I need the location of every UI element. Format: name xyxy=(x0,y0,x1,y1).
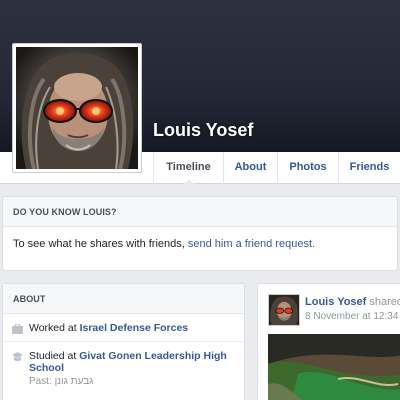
shared-photo xyxy=(268,334,400,400)
post-timestamp[interactable]: 8 November at 12:34 · xyxy=(305,311,400,322)
avatar-image xyxy=(269,295,299,325)
about-card: ABOUT Worked at Israel Defense Forces St… xyxy=(2,283,245,400)
past-label: Past: xyxy=(29,376,55,387)
post-date-text: 8 November at 12:34 · xyxy=(305,311,400,322)
tab-about[interactable]: About xyxy=(223,152,277,184)
past-value: גבעת גונן xyxy=(54,376,94,387)
profile-name[interactable]: Louis Yosef xyxy=(153,120,253,141)
do-you-know-card: DO YOU KNOW LOUIS? To see what he shares… xyxy=(2,196,398,271)
post-shared-image[interactable] xyxy=(268,334,400,400)
study-past: Past: גבעת גונן xyxy=(29,376,236,387)
work-employer-link[interactable]: Israel Defense Forces xyxy=(80,322,189,334)
post-author-avatar[interactable] xyxy=(268,294,300,326)
work-prefix: Worked at xyxy=(29,322,80,334)
post-action: shared xyxy=(366,296,400,308)
about-study-row: Studied at Givat Gonen Leadership High S… xyxy=(3,342,244,394)
briefcase-icon xyxy=(12,324,23,334)
profile-picture[interactable] xyxy=(12,43,142,173)
post-header: Louis Yosef shared xyxy=(305,296,400,308)
profile-photo-image xyxy=(16,47,138,169)
tab-timeline[interactable]: Timeline xyxy=(153,152,223,185)
about-work-row: Worked at Israel Defense Forces xyxy=(3,314,244,342)
know-card-body: To see what he shares with friends, send… xyxy=(3,227,397,261)
friend-request-link[interactable]: send him a friend request. xyxy=(188,238,315,250)
timeline-post-card: Louis Yosef shared 8 November at 12:34 · xyxy=(257,283,400,400)
tab-photos[interactable]: Photos xyxy=(277,152,338,184)
about-card-header: ABOUT xyxy=(3,284,244,314)
post-author-link[interactable]: Louis Yosef xyxy=(305,296,366,308)
know-card-text: To see what he shares with friends, xyxy=(13,238,188,250)
tab-friends[interactable]: Friends xyxy=(338,152,400,184)
graduation-cap-icon xyxy=(12,352,23,362)
know-card-header: DO YOU KNOW LOUIS? xyxy=(3,197,397,227)
study-prefix: Studied at xyxy=(29,350,80,362)
